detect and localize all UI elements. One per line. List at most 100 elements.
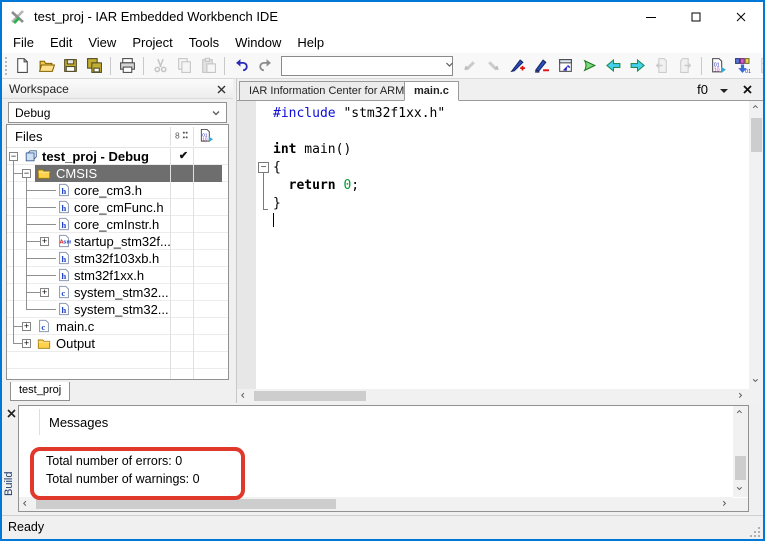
make-icon: 01 (734, 57, 751, 74)
save-all-button[interactable] (82, 55, 106, 77)
make-button[interactable]: 01 (730, 55, 754, 77)
tree-item-output[interactable]: +Output (7, 335, 228, 352)
expand-box-icon[interactable]: + (40, 237, 49, 246)
workspace-tab-bar: test_proj (2, 382, 233, 403)
copy-button[interactable] (172, 55, 196, 77)
asm-file-icon: Asm (57, 234, 71, 248)
code-line-3: int main() (273, 141, 749, 159)
goto-bookmark-button[interactable] (529, 55, 553, 77)
expand-box-icon[interactable]: + (22, 339, 31, 348)
tree-item-system-stm32-[interactable]: +csystem_stm32... (7, 284, 228, 301)
scroll-right-icon[interactable] (734, 389, 749, 403)
maximize-button[interactable] (673, 2, 718, 32)
navigate-back-button[interactable] (601, 55, 625, 77)
scroll-left-icon[interactable] (237, 389, 252, 403)
tab-list-dropdown-icon[interactable] (718, 84, 730, 96)
scroll-up-icon[interactable] (749, 101, 764, 116)
find-next-button[interactable] (481, 55, 505, 77)
find-in-files-button[interactable] (553, 55, 577, 77)
save-button[interactable] (58, 55, 82, 77)
workspace-panel-titlebar[interactable]: Workspace (2, 79, 233, 99)
menu-window[interactable]: Window (227, 32, 289, 53)
tree-item-test-proj-debug[interactable]: −test_proj - Debug✔ (7, 148, 228, 165)
configuration-dropdown[interactable]: Debug (8, 102, 227, 123)
build-vertical-scrollbar[interactable] (733, 406, 748, 497)
open-file-button[interactable] (34, 55, 58, 77)
scroll-down-icon[interactable] (749, 374, 764, 389)
compile-button[interactable]: 0110 (706, 55, 730, 77)
undo-button[interactable] (229, 55, 253, 77)
combo-dropdown-icon[interactable] (445, 57, 457, 75)
scrollbar-thumb[interactable] (254, 391, 366, 401)
close-button[interactable] (718, 2, 763, 32)
tree-item-cmsis[interactable]: −CMSIS (7, 165, 228, 182)
menu-tools[interactable]: Tools (181, 32, 227, 53)
new-document-button[interactable] (10, 55, 34, 77)
breakpoint-margin[interactable] (237, 101, 256, 389)
find-combobox[interactable] (281, 56, 453, 76)
redo-button[interactable] (253, 55, 277, 77)
toolbar-grip[interactable] (5, 57, 7, 75)
workspace-close-icon[interactable] (213, 81, 229, 97)
paste-button[interactable] (196, 55, 220, 77)
scrollbar-thumb[interactable] (735, 456, 746, 480)
editor-vertical-scrollbar[interactable] (749, 101, 764, 389)
navigate-forward-button[interactable] (625, 55, 649, 77)
menu-project[interactable]: Project (124, 32, 180, 53)
build-messages-area[interactable]: Messages Total number of errors: 0 Total… (18, 405, 749, 512)
workspace-tab-test-proj[interactable]: test_proj (10, 382, 70, 401)
c-file-icon: c (37, 319, 51, 333)
find-input[interactable] (282, 58, 445, 74)
resize-grip-icon[interactable] (749, 525, 761, 537)
scroll-down-icon[interactable] (733, 482, 748, 497)
expand-box-icon[interactable]: + (40, 288, 49, 297)
editor-horizontal-scrollbar[interactable] (237, 389, 749, 403)
build-column-icon[interactable]: 0110 (199, 128, 216, 145)
scroll-up-icon[interactable] (733, 406, 748, 421)
editor-close-icon[interactable] (741, 83, 754, 96)
toggle-bookmark-button[interactable] (505, 55, 529, 77)
go-button[interactable] (577, 55, 601, 77)
editor-panel: IAR Information Center for ARM main.c f0… (236, 79, 763, 403)
tab-information-center[interactable]: IAR Information Center for ARM (239, 81, 414, 101)
menu-edit[interactable]: Edit (42, 32, 80, 53)
title-bar[interactable]: test_proj - IAR Embedded Workbench IDE (2, 2, 763, 32)
scrollbar-thumb[interactable] (751, 118, 762, 152)
files-column-header[interactable]: Files 8 0110 (7, 125, 228, 148)
scrollbar-thumb[interactable] (36, 499, 336, 509)
code-area[interactable]: #include "stm32f1xx.h"int main(){ return… (270, 101, 749, 389)
fold-marker[interactable]: − (258, 162, 269, 173)
stop-build-button[interactable] (754, 55, 765, 77)
build-column-icon: 0110 (199, 128, 214, 143)
tree-guide-line (13, 343, 22, 344)
file-status-column-icon[interactable]: 8 (174, 128, 191, 145)
svg-text:10: 10 (202, 137, 208, 142)
tree-item-startup-stm32f-[interactable]: +Asmstartup_stm32f... (7, 233, 228, 250)
find-previous-button[interactable] (457, 55, 481, 77)
editor-body[interactable]: − #include "stm32f1xx.h"int main(){ retu… (237, 101, 764, 403)
collapse-box-icon[interactable]: − (22, 169, 31, 178)
tab-main-c[interactable]: main.c (404, 81, 459, 101)
tree-item-main-c[interactable]: +cmain.c (7, 318, 228, 335)
menu-help[interactable]: Help (289, 32, 332, 53)
expand-box-icon[interactable]: + (22, 322, 31, 331)
scrollbar-corner (749, 389, 764, 403)
previous-error-button[interactable] (649, 55, 673, 77)
minimize-button[interactable] (628, 2, 673, 32)
editor-context-button[interactable]: f0 (697, 79, 708, 101)
menu-view[interactable]: View (80, 32, 124, 53)
cut-button[interactable] (148, 55, 172, 77)
h-file-icon: h (57, 251, 71, 265)
print-button[interactable] (115, 55, 139, 77)
build-panel-close-icon[interactable] (5, 407, 18, 420)
collapse-box-icon[interactable]: − (9, 152, 18, 161)
file-status-column-icon: 8 (174, 128, 189, 143)
next-error-button[interactable] (673, 55, 697, 77)
messages-column-header[interactable]: Messages (49, 415, 108, 430)
column-separator (170, 127, 171, 146)
code-line-5: return 0; (273, 177, 749, 195)
build-tab[interactable]: Build (3, 458, 17, 510)
menu-file[interactable]: File (5, 32, 42, 53)
scroll-left-icon[interactable] (19, 497, 34, 511)
scroll-right-icon[interactable] (718, 497, 733, 511)
